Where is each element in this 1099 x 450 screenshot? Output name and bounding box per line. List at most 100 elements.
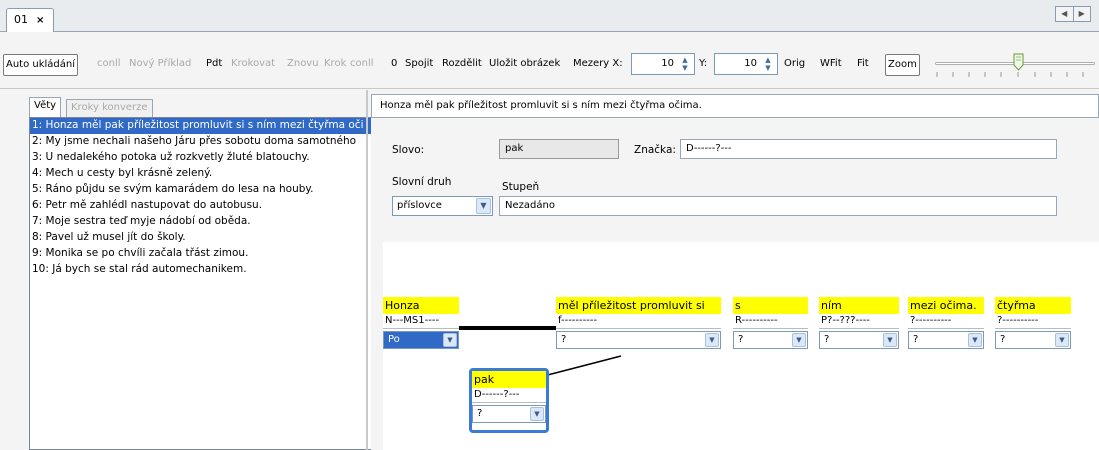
- spacing-x-value: 10: [661, 58, 674, 69]
- tab-close-icon[interactable]: ×: [36, 15, 44, 26]
- node-word: čtyřma: [995, 297, 1071, 314]
- node-tag: D------?---: [472, 388, 546, 403]
- tree-node-root[interactable]: měl příležitost promluvit si f----------…: [556, 297, 721, 349]
- node-function-select[interactable]: ? ▼: [472, 405, 546, 423]
- spacing-x-spinner[interactable]: 10 ▲ ▼: [631, 53, 695, 75]
- tree-node-ctyrma[interactable]: čtyřma ?---------- ? ▼: [995, 297, 1071, 349]
- sentence-list[interactable]: 1: Honza měl pak příležitost promluvit s…: [29, 117, 380, 450]
- list-item[interactable]: 8: Pavel už musel jít do školy.: [30, 230, 379, 246]
- chevron-down-icon[interactable]: ▼: [530, 407, 544, 421]
- tab-nav-left-icon[interactable]: ◀: [1056, 7, 1074, 21]
- auto-save-toggle[interactable]: Auto ukládání: [3, 54, 79, 76]
- spacing-y-spinner[interactable]: 10 ▲ ▼: [714, 53, 778, 75]
- node-tag: ?----------: [908, 314, 984, 329]
- sentences-panel: Věty Kroky konverze 1: Honza měl pak pří…: [20, 97, 380, 450]
- list-item[interactable]: 10: Já bych se stal rád automechanikem.: [30, 262, 379, 278]
- node-word: ním: [819, 297, 899, 314]
- again-button[interactable]: Znovu: [287, 56, 319, 72]
- current-sentence: Honza měl pak příležitost promluvit si s…: [371, 94, 1099, 118]
- tab-nav-buttons: ◀ ▶: [1055, 6, 1091, 22]
- list-item[interactable]: 9: Monika se po chvíli začala třást zimo…: [30, 246, 379, 262]
- new-example-button[interactable]: Nový Příklad: [129, 56, 191, 72]
- spacing-y-value: 10: [744, 58, 757, 69]
- document-tab-strip: 01 × ◀ ▶: [0, 0, 1099, 32]
- tree-node-mezi-ocima[interactable]: mezi očima. ?---------- ? ▼: [908, 297, 984, 349]
- word-label: Slovo:: [392, 144, 425, 156]
- chevron-down-icon[interactable]: ▼: [1055, 333, 1069, 347]
- tab-sentences[interactable]: Věty: [29, 97, 62, 118]
- list-item[interactable]: 5: Ráno půjdu se svým kamarádem do lesa …: [30, 182, 379, 198]
- editor-panel: Honza měl pak příležitost promluvit si s…: [371, 94, 1099, 450]
- list-item[interactable]: 2: My jsme nechali našeho Járu přes sobo…: [30, 134, 379, 150]
- node-function-select[interactable]: ? ▼: [556, 331, 721, 349]
- tab-01[interactable]: 01 ×: [6, 8, 54, 32]
- list-item[interactable]: 7: Moje sestra teď myje nádobí od oběda.: [30, 214, 379, 230]
- toolbar: Auto ukládání conll Nový Příklad Pdt Kro…: [0, 33, 1099, 89]
- node-function-value: ?: [477, 408, 483, 419]
- node-function-value: ?: [738, 334, 744, 345]
- node-word: mezi očima.: [908, 297, 984, 314]
- chevron-down-icon[interactable]: ▼: [476, 198, 491, 214]
- panel-splitter[interactable]: [366, 90, 368, 450]
- zoom-button[interactable]: Zoom: [885, 54, 920, 76]
- node-function-select[interactable]: ? ▼: [819, 331, 899, 349]
- chevron-down-icon[interactable]: ▼: [883, 333, 897, 347]
- node-function-value: ?: [1000, 334, 1006, 345]
- node-word: měl příležitost promluvit si: [556, 297, 721, 314]
- node-function-select[interactable]: Po ▼: [383, 331, 459, 349]
- node-function-select[interactable]: ? ▼: [908, 331, 984, 349]
- node-function-value: ?: [913, 334, 919, 345]
- tag-label: Značka:: [634, 144, 676, 156]
- tab-label: 01: [14, 13, 28, 26]
- node-function-value: Po: [388, 334, 400, 345]
- zero-button[interactable]: 0: [391, 56, 397, 72]
- join-button[interactable]: Spojit: [405, 56, 433, 72]
- node-function-select[interactable]: ? ▼: [733, 331, 808, 349]
- node-tag: R----------: [733, 314, 808, 329]
- conll-button[interactable]: conll: [97, 56, 121, 72]
- list-item[interactable]: 1: Honza měl pak příležitost promluvit s…: [30, 118, 379, 134]
- tag-field[interactable]: D------?---: [680, 139, 1057, 159]
- save-image-button[interactable]: Uložit obrázek: [489, 56, 560, 72]
- spacing-x-label: Mezery X:: [573, 58, 623, 69]
- tab-conversion-steps[interactable]: Kroky konverze: [66, 99, 153, 117]
- split-button[interactable]: Rozdělit: [442, 56, 482, 72]
- slider-thumb-icon[interactable]: [1013, 53, 1024, 71]
- chevron-down-icon[interactable]: ▼: [705, 333, 719, 347]
- pos-label: Slovní druh: [392, 176, 452, 188]
- chevron-down-icon[interactable]: ▼: [792, 333, 806, 347]
- list-item[interactable]: 6: Petr mě zahlédl nastupovat do autobus…: [30, 198, 379, 214]
- spacing-y-label: Y:: [699, 58, 708, 69]
- tree-node-pak-selected[interactable]: pak D------?--- ? ▼: [469, 368, 549, 433]
- list-item[interactable]: 3: U nedalekého potoka už rozkvetly žlut…: [30, 150, 379, 166]
- word-field: pak: [499, 139, 619, 159]
- dependency-tree-canvas[interactable]: Honza N---MS1---- Po ▼ měl příležitost pr…: [383, 242, 1099, 450]
- tree-node-s[interactable]: s R---------- ? ▼: [733, 297, 808, 349]
- tree-node-nim[interactable]: ním P?--???---- ? ▼: [819, 297, 899, 349]
- node-function-value: ?: [561, 334, 567, 345]
- orig-button[interactable]: Orig: [784, 56, 805, 72]
- pos-select[interactable]: příslovce ▼: [392, 196, 493, 216]
- node-tag: f----------: [556, 314, 721, 329]
- tab-nav-right-icon[interactable]: ▶: [1074, 7, 1091, 21]
- step-button[interactable]: Krokovat: [231, 56, 275, 72]
- node-word: s: [733, 297, 808, 314]
- tree-node-pak[interactable]: pak D------?--- ? ▼: [472, 371, 546, 423]
- fit-button[interactable]: Fit: [857, 56, 869, 72]
- degree-field[interactable]: Nezadáno: [499, 196, 1057, 216]
- chevron-down-icon[interactable]: ▼: [443, 333, 457, 347]
- degree-label: Stupeň: [502, 181, 540, 193]
- spinner-arrows-icon[interactable]: ▲ ▼: [678, 56, 692, 72]
- node-function-select[interactable]: ? ▼: [995, 331, 1071, 349]
- list-item[interactable]: 4: Mech u cesty byl krásně zelený.: [30, 166, 379, 182]
- wfit-button[interactable]: WFit: [820, 56, 842, 72]
- chevron-down-icon[interactable]: ▼: [968, 333, 982, 347]
- spinner-arrows-icon[interactable]: ▲ ▼: [761, 56, 775, 72]
- conll-step-button[interactable]: conll: [350, 56, 374, 72]
- tree-node-honza[interactable]: Honza N---MS1---- Po ▼: [383, 297, 459, 349]
- pdt-button[interactable]: Pdt: [206, 56, 222, 72]
- step-single-button[interactable]: Krok: [324, 56, 346, 72]
- zoom-slider[interactable]: [935, 53, 1095, 80]
- word-info-panel: Slovo: pak Značka: D------?--- Slovní dr…: [371, 118, 1099, 238]
- slider-ticks: [936, 72, 1084, 77]
